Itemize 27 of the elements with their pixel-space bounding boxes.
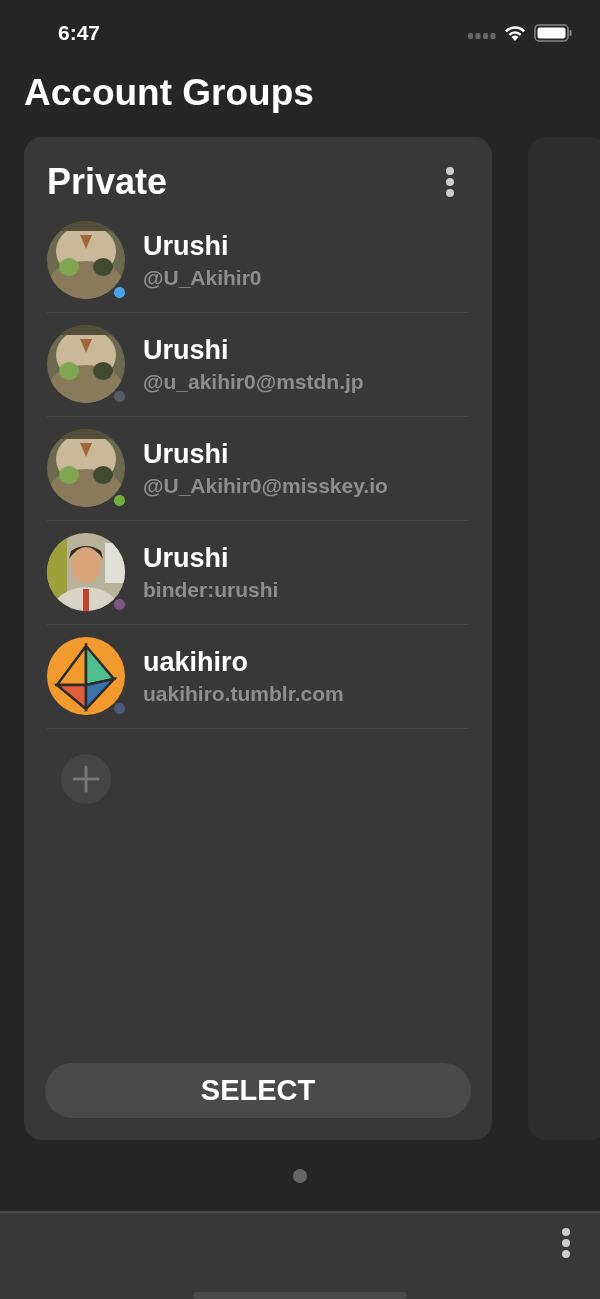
account-row[interactable]: Urushi @u_akihir0@mstdn.jp [47, 312, 468, 417]
account-handle: @U_Akihir0 [143, 265, 262, 290]
more-icon[interactable] [561, 1227, 571, 1259]
signal-icon [468, 32, 496, 39]
account-name: Urushi [143, 230, 230, 262]
wifi-icon [504, 24, 526, 42]
account-row[interactable]: Urushi binder:urushi [47, 520, 468, 625]
account-handle: uakihiro.tumblr.com [143, 681, 344, 706]
group-name: Private [47, 160, 168, 203]
account-handle: @U_Akihir0@misskey.io [143, 473, 388, 498]
select-button[interactable]: SELECT [45, 1063, 471, 1119]
page-indicator-dot[interactable] [293, 1168, 307, 1183]
account-name: Urushi [143, 334, 230, 366]
screen-title: Account Groups [24, 70, 315, 115]
diamond-logo-icon [47, 637, 125, 716]
add-icon[interactable] [61, 753, 111, 804]
account-handle: @u_akihir0@mstdn.jp [143, 369, 364, 394]
account-row[interactable]: Urushi @U_Akihir0 [47, 208, 468, 313]
account-handle: binder:urushi [143, 577, 279, 602]
status-time: 6:47 [58, 20, 101, 45]
account-name: Urushi [143, 438, 230, 470]
battery-icon [534, 23, 572, 42]
account-row[interactable]: Urushi @U_Akihir0@misskey.io [47, 416, 468, 521]
account-name: uakihiro [143, 646, 250, 678]
account-row[interactable]: uakihiro uakihiro.tumblr.com [47, 624, 468, 729]
account-name: Urushi [143, 542, 230, 574]
more-icon[interactable] [445, 165, 455, 198]
